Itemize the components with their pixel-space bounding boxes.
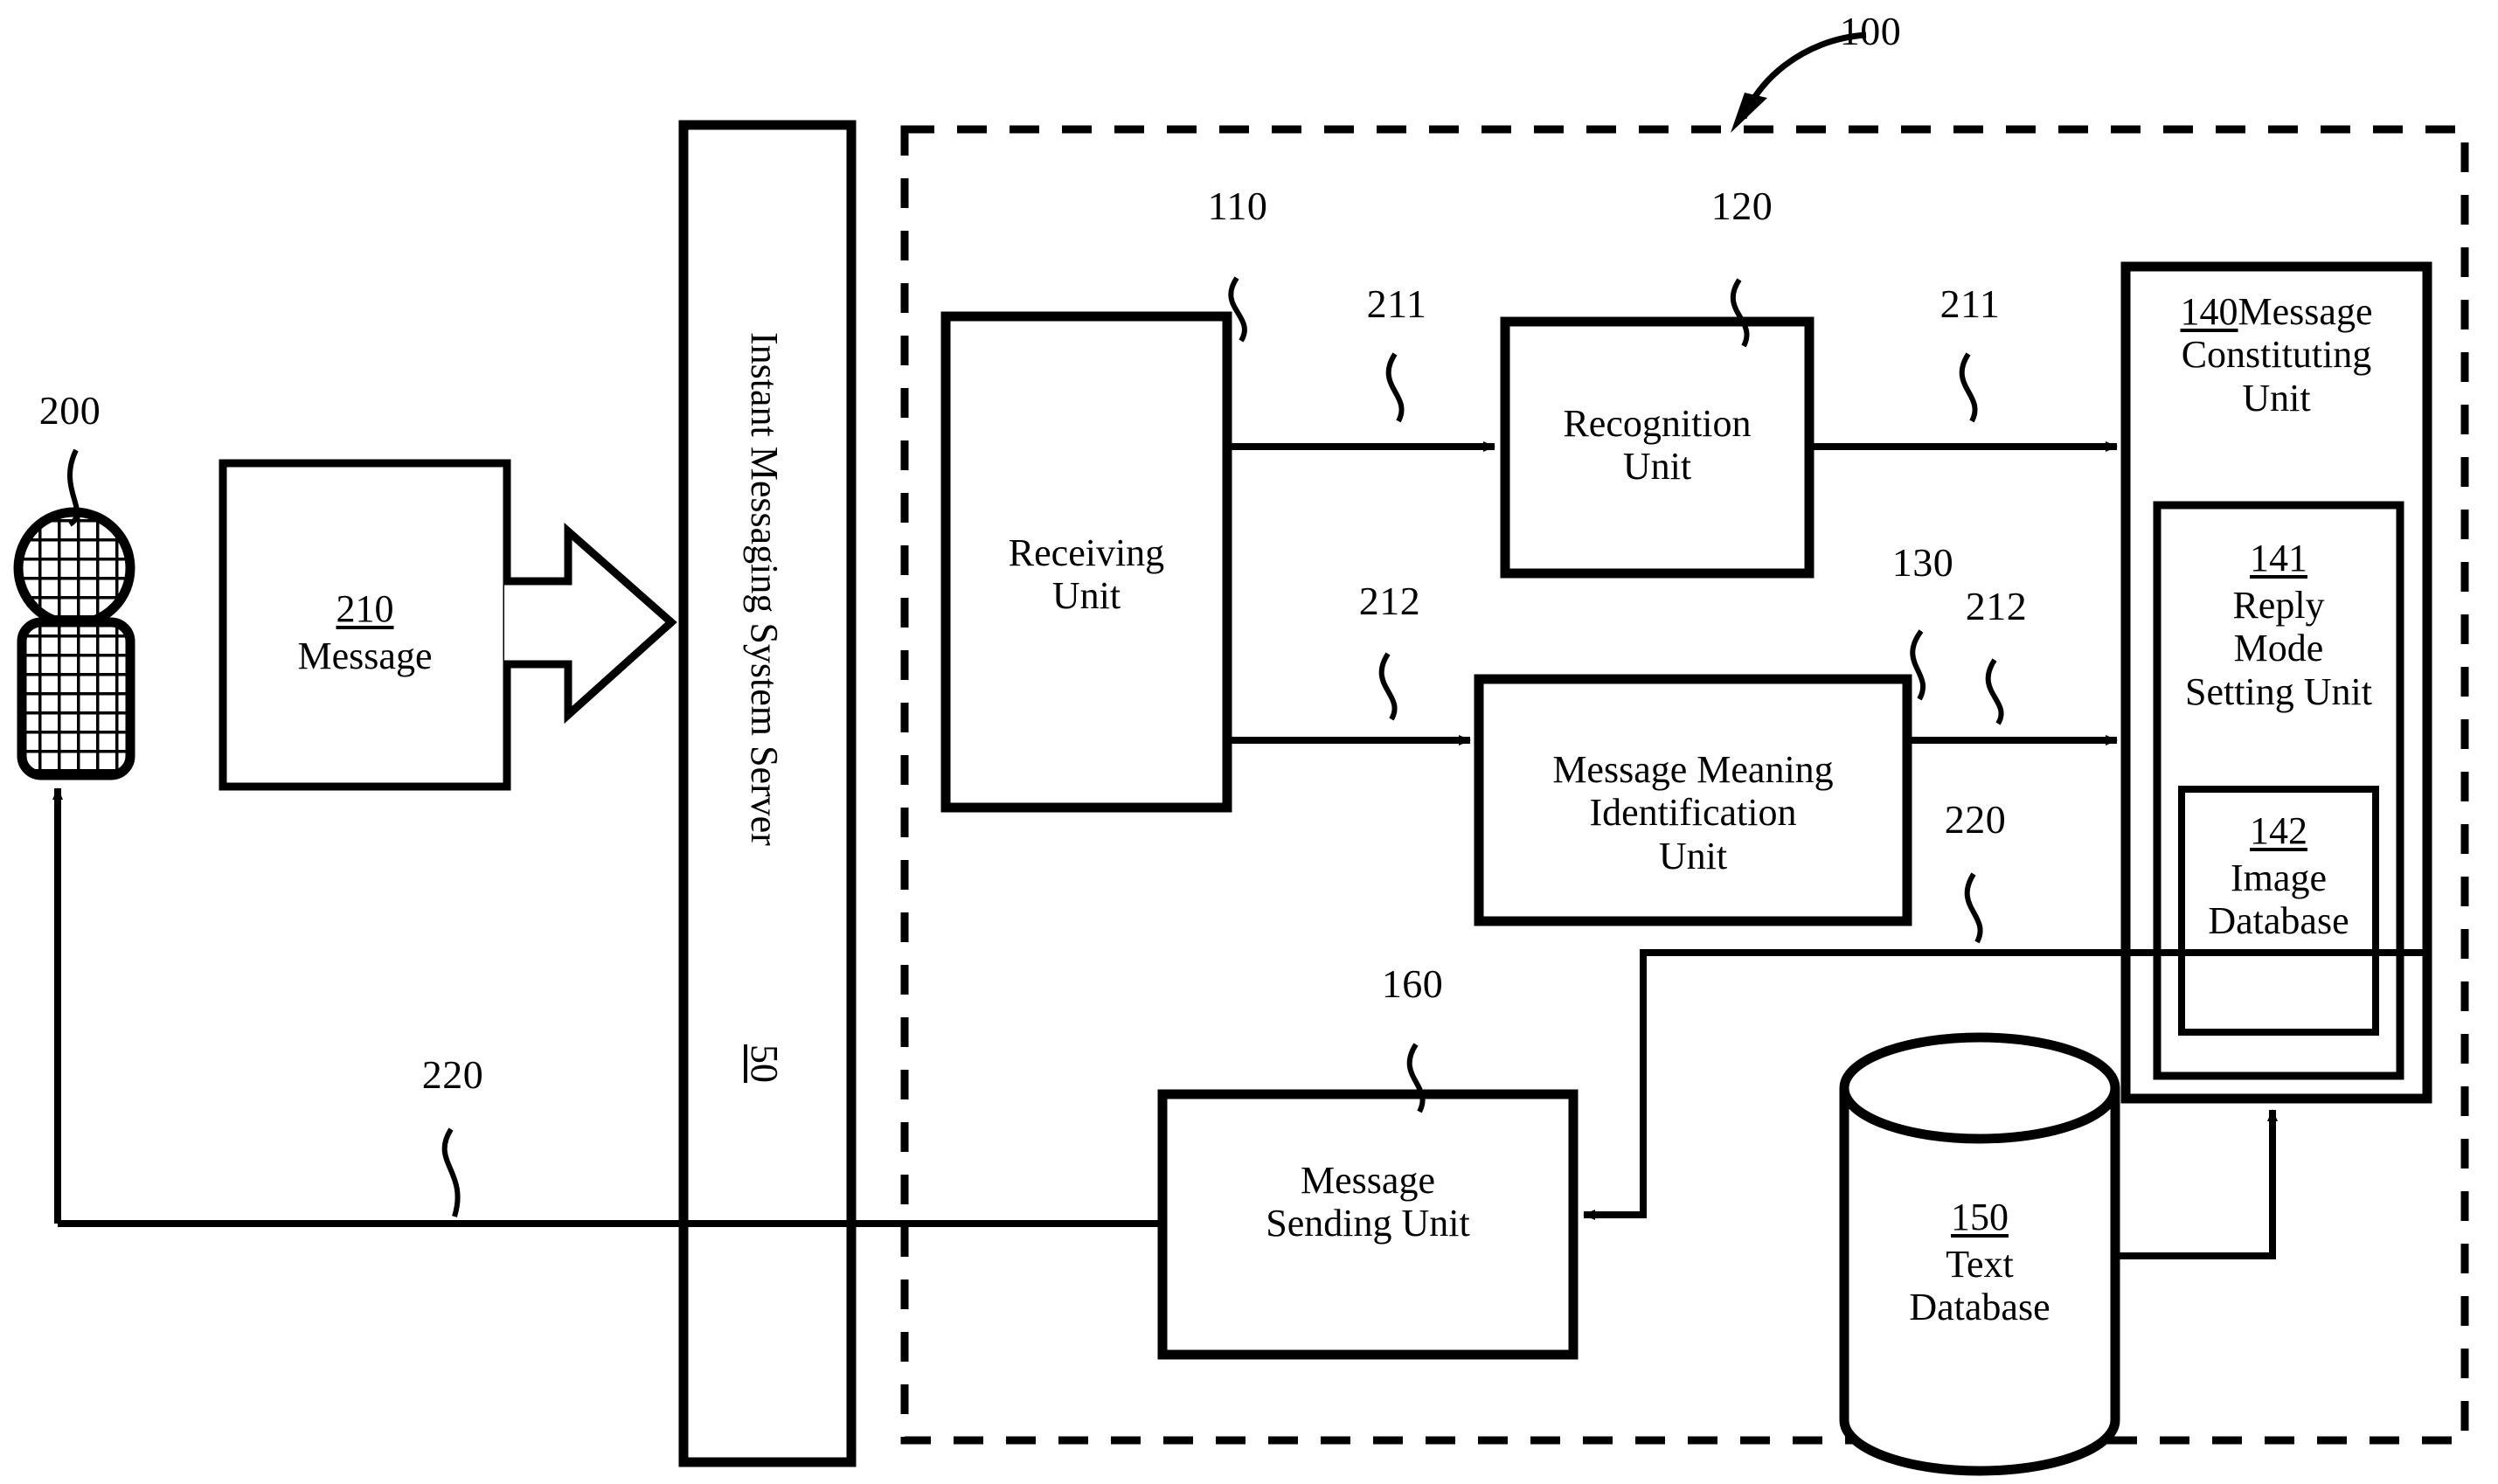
- connector-return-to-user: [52, 787, 1162, 1227]
- leader-110: [1228, 276, 1247, 343]
- image-database-ref-number: 142: [2250, 809, 2307, 852]
- connector-recognition-to-constituting: [1809, 352, 2118, 452]
- leader-220-right: [1964, 872, 1983, 944]
- connector-meaning-to-constituting: [1907, 658, 2118, 745]
- signal-211-a: 211: [1366, 281, 1427, 326]
- leader-120: [1730, 278, 1750, 348]
- connector-receiving-to-meaning: [1227, 652, 1471, 745]
- leader-160: [1406, 1043, 1426, 1113]
- leader-212-b: [1985, 658, 2004, 725]
- leader-211-a: [1385, 352, 1405, 423]
- message-flow-block-arrow: [504, 523, 677, 725]
- server-ref: 50: [743, 1044, 786, 1083]
- image-database-label: Image Database: [2208, 856, 2349, 943]
- signal-212-b: 212: [1965, 584, 2028, 628]
- text-database-label: Text Database: [1909, 1243, 2050, 1329]
- recognition-unit-label: Recognition Unit: [1563, 402, 1752, 489]
- signal-220-right: 220: [1944, 797, 2007, 842]
- connector-receiving-to-recognition: [1227, 352, 1495, 452]
- text-database-ref-number: 150: [1951, 1196, 2009, 1238]
- message-box-ref: 210: [223, 587, 507, 630]
- receiving-unit-label: Receiving Unit: [1008, 531, 1165, 618]
- callout-100: 100: [1839, 9, 1902, 53]
- meaning-unit-label: Message Meaning Identification Unit: [1552, 748, 1834, 877]
- callout-160: 160: [1381, 961, 1444, 1006]
- constituting-unit-header: 140Message Constituting Unit: [2126, 290, 2427, 420]
- leader-130: [1910, 629, 1926, 701]
- signal-220-left: 220: [421, 1052, 484, 1097]
- message-box-ref-number: 210: [336, 587, 394, 630]
- text-database-ref: 150: [1844, 1196, 2115, 1238]
- signal-212-a: 212: [1358, 579, 1421, 623]
- callout-110: 110: [1207, 184, 1268, 228]
- constituting-unit-ref: 140: [2180, 290, 2238, 333]
- image-database-ref: 142: [2182, 809, 2376, 852]
- reply-mode-unit-ref-number: 141: [2250, 537, 2307, 579]
- callout-130: 130: [1891, 540, 1954, 585]
- signal-211-b: 211: [1939, 281, 2001, 326]
- reply-mode-unit-ref: 141: [2157, 537, 2400, 579]
- callout-120: 120: [1710, 184, 1773, 228]
- user-figure-icon: [13, 448, 135, 780]
- patent-figure: 200 210 Message Instant Messaging System…: [0, 0, 2498, 1484]
- reply-mode-unit-label: Reply Mode Setting Unit: [2185, 584, 2372, 713]
- callout-200: 200: [38, 388, 101, 433]
- leader-212-a: [1378, 652, 1398, 721]
- leader-211-b: [1959, 352, 1978, 423]
- message-box-label: Message: [297, 635, 433, 677]
- leader-220-left: [441, 1127, 461, 1217]
- sending-unit-label: Message Sending Unit: [1266, 1159, 1470, 1245]
- server-label: Instant Messaging System Server: [743, 332, 786, 846]
- connector-textdb-to-constituting: [2115, 1109, 2278, 1259]
